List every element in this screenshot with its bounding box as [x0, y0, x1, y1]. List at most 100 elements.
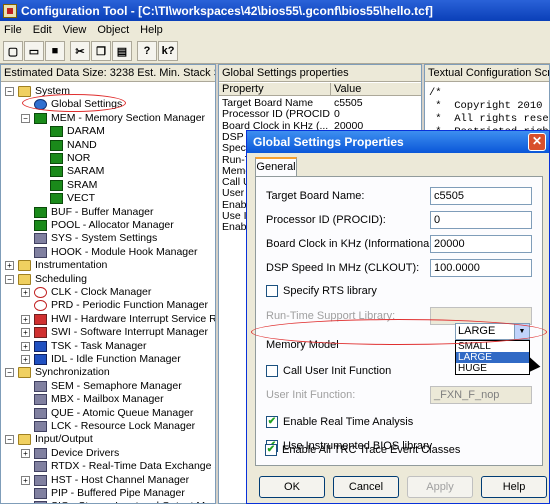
save-disk-icon[interactable]: ■ [45, 41, 65, 61]
memory-model-select[interactable]: LARGE ▼ [455, 323, 530, 340]
menu-file[interactable]: File [4, 24, 22, 36]
tree-item-label: VECT [67, 192, 96, 205]
enable-rta-checkbox[interactable]: ✔ Enable Real Time Analysis [266, 416, 413, 428]
column-value[interactable]: Value [331, 83, 421, 96]
tree-item[interactable]: Global Settings [21, 98, 122, 111]
chevron-down-icon[interactable]: ▼ [514, 324, 529, 339]
expand-icon[interactable]: + [21, 475, 30, 485]
dialog-title-bar[interactable]: Global Settings Properties ✕ [247, 131, 549, 153]
tree-item[interactable]: SYS - System Settings [21, 232, 157, 245]
property-value-cell[interactable]: c5505 [334, 97, 419, 109]
tree-item[interactable]: + HWI - Hardware Interrupt Service Routin [21, 313, 215, 326]
expand-icon[interactable]: + [21, 341, 30, 351]
expand-icon[interactable]: + [21, 288, 30, 297]
expand-icon[interactable]: + [21, 448, 30, 458]
board-clock-input[interactable]: 20000 [430, 235, 532, 253]
tree-item[interactable]: POOL - Allocator Manager [21, 219, 174, 232]
ok-button[interactable]: OK [259, 476, 325, 498]
specify-rts-box[interactable] [266, 285, 278, 297]
check-icon[interactable]: ✔ [265, 444, 277, 456]
collapse-icon[interactable]: − [5, 368, 14, 378]
tab-general[interactable]: General [255, 157, 297, 177]
close-icon[interactable]: ✕ [528, 133, 546, 151]
menu-view[interactable]: View [63, 24, 87, 36]
help-button[interactable]: Help [481, 476, 547, 498]
specify-rts-checkbox[interactable]: Specify RTS library [266, 285, 377, 297]
paste-icon[interactable]: ▤ [112, 41, 132, 61]
tree-item[interactable]: − MEM - Memory Section Manager [21, 112, 205, 125]
window-title: Configuration Tool - [C:\TI\workspaces\4… [21, 3, 433, 18]
cut-icon[interactable]: ✂ [70, 41, 90, 61]
apply-button[interactable]: Apply [407, 476, 473, 498]
expand-icon[interactable]: + [21, 314, 30, 324]
tree-item[interactable]: SIO - Stream Input and Output Manager [21, 500, 215, 503]
tree-item[interactable]: DARAM [37, 125, 105, 138]
tree-item[interactable]: NOR [37, 152, 90, 165]
help-pointer-icon[interactable]: k? [158, 41, 178, 61]
tree-item[interactable]: SRAM [37, 179, 97, 192]
enable-trc-checkbox[interactable]: ✔ Enable All TRC Trace Event Classes [265, 444, 460, 456]
tree-item[interactable]: + TSK - Task Manager [21, 340, 147, 353]
column-property[interactable]: Property [219, 83, 331, 96]
tree-item[interactable]: − System [5, 85, 70, 98]
option-large[interactable]: LARGE [456, 352, 529, 363]
processor-id-label: Processor ID (PROCID): [266, 214, 386, 226]
tree-item[interactable]: SEM - Semaphore Manager [21, 380, 182, 393]
chip-icon [50, 139, 63, 151]
tree-item[interactable]: BUF - Buffer Manager [21, 206, 154, 219]
option-huge[interactable]: HUGE [456, 363, 529, 374]
tree-item[interactable]: QUE - Atomic Queue Manager [21, 407, 193, 420]
tree-item[interactable]: LCK - Resource Lock Manager [21, 420, 195, 433]
copy-icon[interactable]: ❐ [91, 41, 111, 61]
expand-icon[interactable]: + [21, 355, 30, 364]
collapse-icon[interactable]: − [5, 274, 14, 284]
new-doc-icon[interactable]: ▢ [3, 41, 23, 61]
menu-object[interactable]: Object [97, 24, 129, 36]
collapse-icon[interactable]: − [21, 113, 30, 123]
tree-item[interactable]: SARAM [37, 165, 104, 178]
dsp-speed-input[interactable]: 100.0000 [430, 259, 532, 277]
tree-item[interactable]: PRD - Periodic Function Manager [21, 299, 208, 312]
tree-item[interactable]: + IDL - Idle Function Manager [21, 353, 181, 366]
tree-item[interactable]: − Scheduling [5, 273, 87, 286]
check-icon[interactable]: ✔ [266, 416, 278, 428]
chip-icon [50, 166, 63, 178]
collapse-icon[interactable]: − [5, 87, 14, 96]
tree-item[interactable]: MBX - Mailbox Manager [21, 393, 164, 406]
expand-icon[interactable]: + [21, 328, 30, 338]
tree-item[interactable]: + Instrumentation [5, 259, 107, 272]
option-small[interactable]: SMALL [456, 341, 529, 352]
tree-item[interactable]: HOOK - Module Hook Manager [21, 246, 197, 259]
menu-edit[interactable]: Edit [33, 24, 52, 36]
call-user-init-checkbox[interactable]: Call User Init Function [266, 365, 391, 377]
tree-item[interactable]: NAND [37, 139, 97, 152]
right-pane-header: Textual Configuration Script - Lin [425, 65, 549, 82]
property-name-cell[interactable]: Processor ID (PROCID... [222, 108, 330, 120]
tree-item[interactable]: RTDX - Real-Time Data Exchange Setting [21, 460, 215, 473]
tree-item[interactable]: − Input/Output [5, 433, 93, 446]
expand-icon[interactable]: + [5, 261, 14, 271]
tool-icon [34, 421, 47, 432]
tree-item[interactable]: + HST - Host Channel Manager [21, 474, 189, 487]
tree-item[interactable]: PIP - Buffered Pipe Manager [21, 487, 185, 500]
help-question-icon[interactable]: ? [137, 41, 157, 61]
call-user-init-box[interactable] [266, 365, 278, 377]
tree-item[interactable]: + Device Drivers [21, 447, 119, 460]
window-title-bar[interactable]: Configuration Tool - [C:\TI\workspaces\4… [0, 0, 550, 21]
collapse-icon[interactable]: − [5, 435, 14, 445]
property-value-cell[interactable]: 0 [334, 108, 419, 120]
tree-item[interactable]: VECT [37, 192, 95, 205]
script-line: * All rights reserve [435, 113, 549, 125]
target-board-name-input[interactable]: c5505 [430, 187, 532, 205]
tree-item[interactable]: + SWI - Software Interrupt Manager [21, 326, 208, 339]
property-name-cell[interactable]: Target Board Name [222, 97, 330, 109]
open-folder-icon[interactable]: ▭ [24, 41, 44, 61]
tree-item-label: MBX - Mailbox Manager [51, 393, 164, 406]
cancel-button[interactable]: Cancel [333, 476, 399, 498]
menu-help[interactable]: Help [140, 24, 163, 36]
tree-item[interactable]: + CLK - Clock Manager [21, 286, 151, 299]
folder-icon [18, 260, 31, 272]
tree-item[interactable]: − Synchronization [5, 366, 110, 379]
chip-icon [50, 126, 63, 138]
processor-id-input[interactable]: 0 [430, 211, 532, 229]
